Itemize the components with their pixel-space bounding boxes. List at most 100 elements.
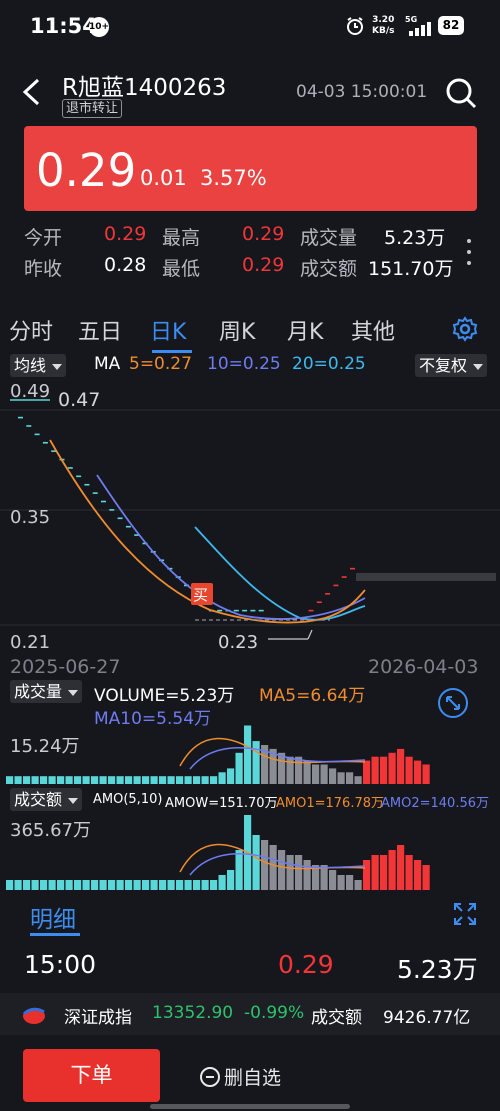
volume-bar — [380, 855, 388, 890]
kline-chart[interactable] — [0, 380, 500, 655]
volume-bar — [48, 880, 56, 890]
volume-bar — [99, 776, 107, 784]
volume-bar — [388, 752, 396, 784]
volume-bar — [337, 875, 345, 890]
stat-label: 昨收 — [24, 258, 63, 280]
gear-icon[interactable] — [452, 316, 478, 342]
volume-bar — [133, 776, 141, 784]
candle — [26, 425, 32, 427]
volume-bar — [414, 860, 422, 890]
candle — [34, 433, 40, 436]
volume-bar — [312, 764, 320, 784]
volume-bar — [184, 880, 192, 890]
volume-bar — [167, 880, 175, 890]
volume-bar — [422, 865, 430, 890]
index-amount: 9426.77亿 — [383, 1008, 471, 1028]
volume-bar — [227, 768, 235, 784]
low-price-mark: 0.23 — [218, 632, 259, 653]
amount-chart — [6, 815, 430, 890]
tab-monthly-k[interactable]: 月K — [287, 314, 323, 346]
home-indicator[interactable] — [150, 1104, 350, 1109]
trade-volume: 5.23万 — [397, 955, 478, 984]
notification-badge: 10+ — [89, 17, 109, 37]
stat-label: 今开 — [24, 227, 63, 249]
candle — [217, 609, 223, 612]
candle — [325, 593, 331, 595]
ma-dropdown[interactable]: 均线 — [10, 354, 67, 377]
stat-label: 成交额 — [300, 258, 358, 280]
tab-weekly-k[interactable]: 周K — [219, 314, 255, 346]
volume-bar — [414, 760, 422, 784]
candle — [125, 525, 131, 528]
volume-bar — [201, 880, 209, 890]
tab-other[interactable]: 其他 — [351, 314, 395, 346]
volume-bar — [218, 875, 226, 890]
volume-ma5: MA5=6.64万 — [259, 686, 366, 706]
volume-bar — [6, 776, 14, 784]
adjust-dropdown[interactable]: 不复权 — [415, 354, 488, 377]
tab-intraday[interactable]: 分时 — [9, 314, 53, 346]
candle — [350, 567, 355, 570]
back-arrow-icon[interactable] — [18, 76, 44, 108]
fullscreen-circle-icon[interactable] — [437, 687, 469, 719]
volume-dropdown[interactable]: 成交量 — [10, 680, 83, 703]
volume-bar — [329, 870, 337, 890]
delist-tag: 退市转让 — [62, 99, 123, 118]
search-icon[interactable] — [444, 76, 478, 110]
volume-bar — [108, 776, 116, 784]
volume-bar — [227, 870, 235, 890]
stat-value: 0.29 — [242, 254, 285, 276]
stat-label: 最低 — [162, 258, 201, 280]
ma-title: MA — [94, 354, 121, 374]
expand-icon[interactable] — [453, 902, 477, 926]
stat-value: 0.29 — [104, 223, 147, 245]
volume-bar — [142, 776, 150, 784]
volume-bar — [388, 850, 396, 890]
volume-bar — [48, 776, 56, 784]
volume-bar — [278, 752, 286, 784]
candle — [76, 475, 82, 478]
candle — [42, 441, 48, 444]
volume-bar — [210, 776, 218, 784]
price-change: 0.01 — [140, 166, 187, 190]
ma10-line — [189, 747, 366, 770]
stat-value: 0.28 — [104, 254, 147, 276]
volume-bar — [329, 768, 337, 784]
tab-daily-k[interactable]: 日K — [150, 314, 186, 346]
volume-bar — [269, 845, 277, 890]
volume-bar — [14, 776, 22, 784]
volume-bar — [91, 776, 99, 784]
y-axis-low: 0.21 — [10, 632, 51, 653]
buy-marker-label[interactable]: 买 — [193, 584, 208, 605]
volume-bar — [125, 880, 133, 890]
volume-bar — [176, 776, 184, 784]
ma10-line — [96, 474, 366, 620]
candle — [117, 517, 123, 520]
volume-bar — [116, 776, 124, 784]
tab-five-day[interactable]: 五日 — [78, 314, 122, 346]
volume-bar — [337, 772, 345, 784]
volume-bar — [82, 880, 90, 890]
candle — [109, 509, 115, 511]
period-tabs: 分时 五日 日K 周K 月K 其他 — [0, 302, 500, 354]
volume-bar — [116, 880, 124, 890]
volume-bar — [235, 850, 243, 890]
volume-bar — [320, 764, 328, 784]
signal-icon — [409, 22, 431, 36]
order-button[interactable]: 下单 — [23, 1049, 160, 1102]
battery-indicator: 82 — [438, 16, 464, 35]
volume-bar — [14, 880, 22, 890]
volume-bar — [380, 756, 388, 784]
remove-watchlist-button[interactable]: 删自选 — [200, 1063, 281, 1090]
volume-bar — [31, 880, 39, 890]
tab-detail[interactable]: 明细 — [30, 900, 76, 934]
more-vertical-icon[interactable] — [465, 236, 473, 268]
trade-price: 0.29 — [278, 950, 334, 979]
volume-bar — [108, 880, 116, 890]
volume-bar — [346, 772, 354, 784]
ma20-value: 20=0.25 — [292, 354, 366, 374]
candle — [333, 584, 339, 587]
volume-bar — [405, 756, 413, 784]
volume-bar — [346, 875, 354, 890]
volume-bar — [133, 880, 141, 890]
